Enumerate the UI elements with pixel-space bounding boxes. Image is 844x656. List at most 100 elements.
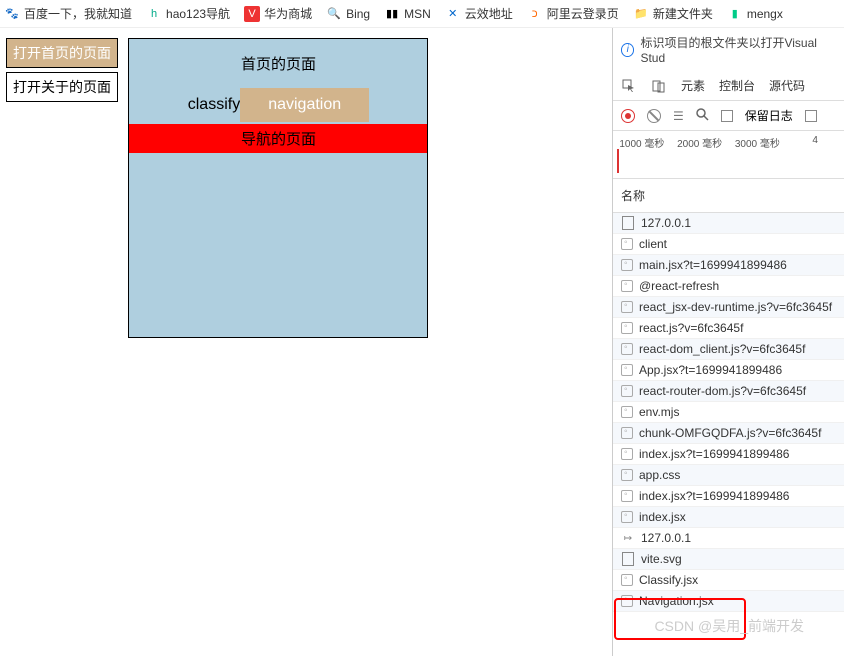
- network-row[interactable]: index.jsx: [613, 507, 844, 528]
- request-name: chunk-OMFGQDFA.js?v=6fc3645f: [639, 426, 821, 440]
- bookmark-label: MSN: [404, 7, 431, 21]
- network-row[interactable]: env.mjs: [613, 402, 844, 423]
- bookmark-item[interactable]: 🐾百度一下，我就知道: [4, 5, 132, 22]
- request-name: @react-refresh: [639, 279, 719, 293]
- bookmark-item[interactable]: 🔍Bing: [326, 6, 370, 22]
- js-icon: [621, 406, 633, 418]
- bookmark-label: 新建文件夹: [653, 5, 713, 22]
- js-icon: [621, 238, 633, 250]
- js-icon: [621, 574, 633, 586]
- bookmark-icon: V: [244, 6, 260, 22]
- doc-icon: [621, 552, 635, 566]
- network-row[interactable]: vite.svg: [613, 549, 844, 570]
- main-area: 打开首页的页面打开关于的页面 首页的页面 classify navigation…: [0, 28, 844, 656]
- tab-elements[interactable]: 元素: [681, 77, 705, 94]
- network-row[interactable]: app.css: [613, 465, 844, 486]
- content-box: 首页的页面 classify navigation 导航的页面: [128, 38, 428, 338]
- devtools-panel: i 标识项目的根文件夹以打开Visual Stud 元素 控制台 源代码 ☰ 保…: [612, 28, 844, 656]
- devtools-toolbar: 元素 控制台 源代码: [613, 71, 844, 101]
- devtools-controls: ☰ 保留日志: [613, 101, 844, 131]
- bookmark-label: 华为商城: [264, 5, 312, 22]
- network-row[interactable]: App.jsx?t=1699941899486: [613, 360, 844, 381]
- request-name: env.mjs: [639, 405, 679, 419]
- devtools-info-bar: i 标识项目的根文件夹以打开Visual Stud: [613, 28, 844, 71]
- bookmark-item[interactable]: hhao123导航: [146, 5, 230, 22]
- request-name: client: [639, 237, 667, 251]
- network-row[interactable]: index.jsx?t=1699941899486: [613, 444, 844, 465]
- bookmark-item[interactable]: V华为商城: [244, 5, 312, 22]
- bookmark-item[interactable]: 📁新建文件夹: [633, 5, 713, 22]
- fetch-icon: [621, 531, 635, 545]
- network-row[interactable]: main.jsx?t=1699941899486: [613, 255, 844, 276]
- bookmark-label: Bing: [346, 7, 370, 21]
- record-button[interactable]: [621, 109, 635, 123]
- classify-row: classify navigation: [129, 88, 427, 122]
- red-bar: 导航的页面: [129, 124, 427, 153]
- request-name: index.jsx?t=1699941899486: [639, 489, 789, 503]
- network-list: 127.0.0.1 client main.jsx?t=1699941899486 @…: [613, 213, 844, 656]
- network-row[interactable]: 127.0.0.1: [613, 213, 844, 234]
- bookmark-icon: ▮▮: [384, 6, 400, 22]
- navigation-badge: navigation: [240, 88, 369, 122]
- request-name: react.js?v=6fc3645f: [639, 321, 743, 335]
- network-row[interactable]: client: [613, 234, 844, 255]
- request-name: react-router-dom.js?v=6fc3645f: [639, 384, 806, 398]
- doc-icon: [621, 216, 635, 230]
- bookmark-item[interactable]: ▮▮ MSN: [384, 6, 431, 22]
- nav-buttons: 打开首页的页面打开关于的页面: [6, 38, 118, 106]
- network-row[interactable]: chunk-OMFGQDFA.js?v=6fc3645f: [613, 423, 844, 444]
- bookmark-item[interactable]: ▮mengx: [727, 6, 783, 22]
- timeline-label: 2000 毫秒: [671, 135, 729, 150]
- timeline[interactable]: 1000 毫秒2000 毫秒3000 毫秒4: [613, 131, 844, 179]
- checkbox-2[interactable]: [805, 110, 817, 122]
- network-row[interactable]: Navigation.jsx: [613, 591, 844, 612]
- request-name: Classify.jsx: [639, 573, 698, 587]
- bookmarks-bar: 🐾百度一下，我就知道 hhao123导航 V华为商城 🔍Bing ▮▮ MSN ✕云效地址 כ…: [0, 0, 844, 28]
- bookmark-icon: כ: [527, 6, 543, 22]
- filter-icon[interactable]: ☰: [673, 109, 684, 123]
- nav-button[interactable]: 打开首页的页面: [6, 38, 118, 68]
- content-title: 首页的页面: [129, 39, 427, 88]
- preserve-log-checkbox[interactable]: [721, 110, 733, 122]
- tab-sources[interactable]: 源代码: [769, 77, 805, 94]
- network-row[interactable]: @react-refresh: [613, 276, 844, 297]
- js-icon: [621, 301, 633, 313]
- request-name: main.jsx?t=1699941899486: [639, 258, 787, 272]
- network-name-header[interactable]: 名称: [613, 179, 844, 213]
- js-icon: [621, 595, 633, 607]
- info-text: 标识项目的根文件夹以打开Visual Stud: [640, 34, 836, 65]
- classify-label: classify: [188, 96, 240, 114]
- device-icon[interactable]: [651, 78, 667, 94]
- inspect-icon[interactable]: [621, 78, 637, 94]
- nav-button[interactable]: 打开关于的页面: [6, 72, 118, 102]
- js-icon: [621, 427, 633, 439]
- bookmark-label: 阿里云登录页: [547, 5, 619, 22]
- js-icon: [621, 490, 633, 502]
- network-row[interactable]: react_jsx-dev-runtime.js?v=6fc3645f: [613, 297, 844, 318]
- page-view: 打开首页的页面打开关于的页面 首页的页面 classify navigation…: [0, 28, 612, 656]
- bookmark-icon: ✕: [445, 6, 461, 22]
- clear-button[interactable]: [647, 109, 661, 123]
- request-name: react_jsx-dev-runtime.js?v=6fc3645f: [639, 300, 832, 314]
- js-icon: [621, 364, 633, 376]
- search-icon[interactable]: [696, 108, 709, 124]
- network-row[interactable]: react.js?v=6fc3645f: [613, 318, 844, 339]
- bookmark-icon: h: [146, 6, 162, 22]
- tab-console[interactable]: 控制台: [719, 77, 755, 94]
- network-row[interactable]: 127.0.0.1: [613, 528, 844, 549]
- request-name: index.jsx: [639, 510, 686, 524]
- network-row[interactable]: Classify.jsx: [613, 570, 844, 591]
- network-row[interactable]: react-dom_client.js?v=6fc3645f: [613, 339, 844, 360]
- request-name: 127.0.0.1: [641, 531, 691, 545]
- bookmark-item[interactable]: ✕云效地址: [445, 5, 513, 22]
- bookmark-item[interactable]: כ阿里云登录页: [527, 5, 619, 22]
- network-row[interactable]: index.jsx?t=1699941899486: [613, 486, 844, 507]
- bookmark-icon: ▮: [727, 6, 743, 22]
- request-name: Navigation.jsx: [639, 594, 714, 608]
- bookmark-label: 百度一下，我就知道: [24, 5, 132, 22]
- js-icon: [621, 322, 633, 334]
- network-row[interactable]: react-router-dom.js?v=6fc3645f: [613, 381, 844, 402]
- timeline-label: 3000 毫秒: [729, 135, 787, 150]
- bookmark-icon: 🐾: [4, 6, 20, 22]
- request-name: index.jsx?t=1699941899486: [639, 447, 789, 461]
